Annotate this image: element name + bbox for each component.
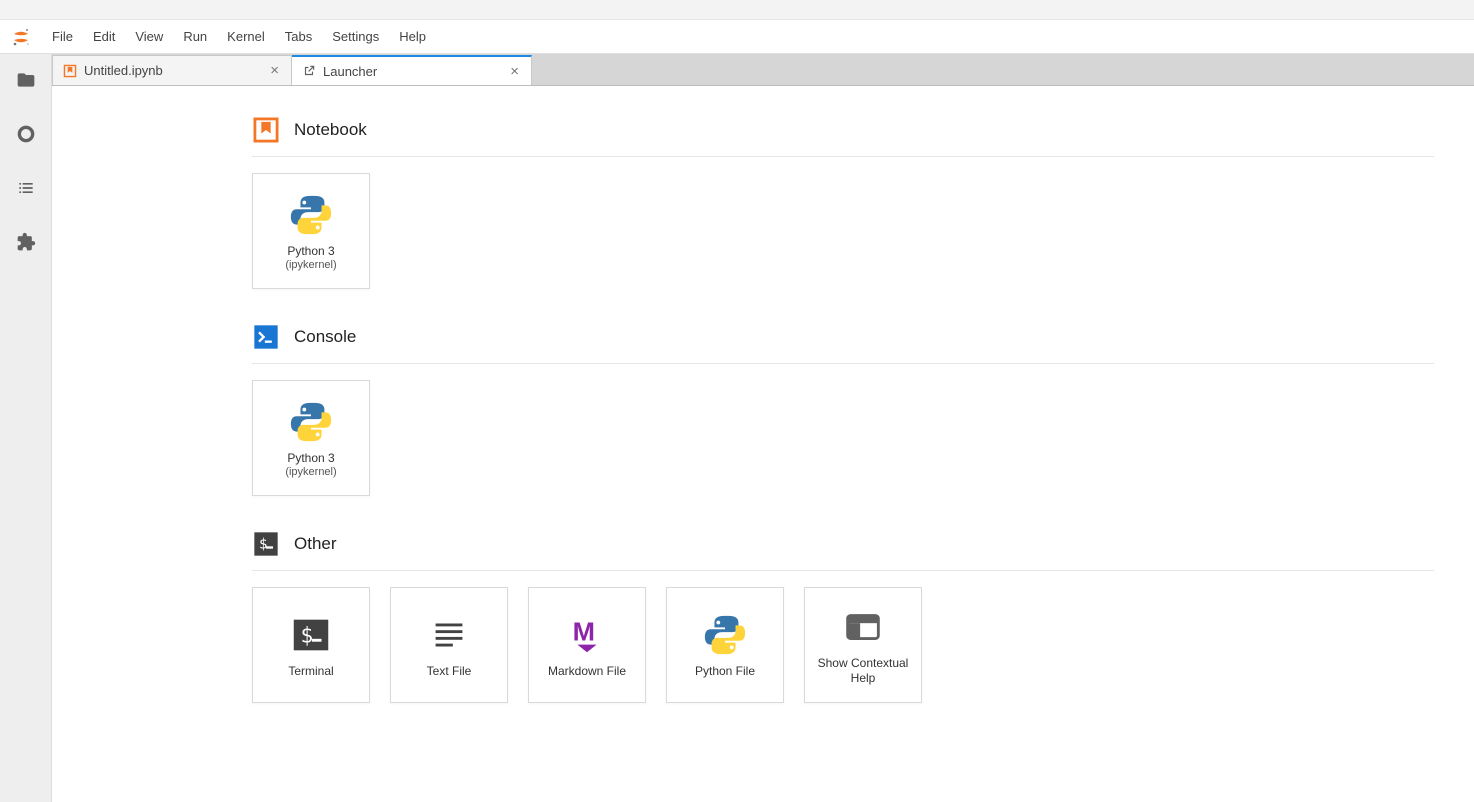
menu-run[interactable]: Run [173,25,217,48]
card-notebook-python3[interactable]: Python 3 (ipykernel) [252,173,370,289]
notebook-icon [252,116,280,144]
rail-toc[interactable] [12,174,40,202]
section-notebook: Notebook Python 3 (ipykernel) [252,116,1474,289]
card-title: Python 3 [287,244,334,259]
cards-other: Terminal Text File Markdown File Py [252,587,1434,703]
menu-edit[interactable]: Edit [83,25,125,48]
card-title: Terminal [288,664,333,679]
card-terminal[interactable]: Terminal [252,587,370,703]
card-title: Markdown File [548,664,626,679]
section-header: Console [252,323,1434,364]
card-subtitle: (ipykernel) [285,466,336,478]
notebook-icon [63,64,77,78]
text-file-icon [426,612,472,658]
terminal-icon [288,612,334,658]
card-title: Show Contextual Help [811,656,915,686]
section-other: Other Terminal Text File M [252,530,1474,703]
menu-help[interactable]: Help [389,25,436,48]
jupyter-logo-icon [10,26,32,48]
card-console-python3[interactable]: Python 3 (ipykernel) [252,380,370,496]
rail-running[interactable] [12,120,40,148]
rail-file-browser[interactable] [12,66,40,94]
tab-bar: Untitled.ipynb × Launcher × [52,54,1474,86]
menu-tabs[interactable]: Tabs [275,25,322,48]
menu-view[interactable]: View [125,25,173,48]
close-icon[interactable]: × [268,63,281,78]
launcher-panel: Notebook Python 3 (ipykernel) Cons [52,86,1474,802]
python-icon [702,612,748,658]
card-markdown-file[interactable]: Markdown File [528,587,646,703]
console-icon [252,323,280,351]
tab-untitled-notebook[interactable]: Untitled.ipynb × [52,55,292,85]
section-console: Console Python 3 (ipykernel) [252,323,1474,496]
app-root: File Edit View Run Kernel Tabs Settings … [0,0,1474,802]
close-icon[interactable]: × [508,64,521,79]
section-title: Notebook [294,120,367,140]
python-icon [288,192,334,238]
browser-chrome-bar [0,0,1474,20]
card-title: Python File [695,664,755,679]
tab-label: Launcher [323,64,508,79]
menu-settings[interactable]: Settings [322,25,389,48]
menubar: File Edit View Run Kernel Tabs Settings … [0,20,1474,54]
menu-kernel[interactable]: Kernel [217,25,275,48]
section-title: Other [294,534,337,554]
tab-label: Untitled.ipynb [84,63,268,78]
body: Untitled.ipynb × Launcher × Notebook [0,54,1474,802]
terminal-icon [252,530,280,558]
card-title: Text File [427,664,472,679]
left-rail [0,54,52,802]
main-area: Untitled.ipynb × Launcher × Notebook [52,54,1474,802]
card-text-file[interactable]: Text File [390,587,508,703]
card-contextual-help[interactable]: Show Contextual Help [804,587,922,703]
card-subtitle: (ipykernel) [285,259,336,271]
launcher-icon [302,64,316,78]
card-python-file[interactable]: Python File [666,587,784,703]
section-header: Other [252,530,1434,571]
section-title: Console [294,327,356,347]
tab-launcher[interactable]: Launcher × [292,55,532,85]
cards-console: Python 3 (ipykernel) [252,380,1434,496]
menu-file[interactable]: File [42,25,83,48]
context-help-icon [840,604,886,650]
rail-extensions[interactable] [12,228,40,256]
markdown-icon [564,612,610,658]
python-icon [288,399,334,445]
section-header: Notebook [252,116,1434,157]
cards-notebook: Python 3 (ipykernel) [252,173,1434,289]
card-title: Python 3 [287,451,334,466]
